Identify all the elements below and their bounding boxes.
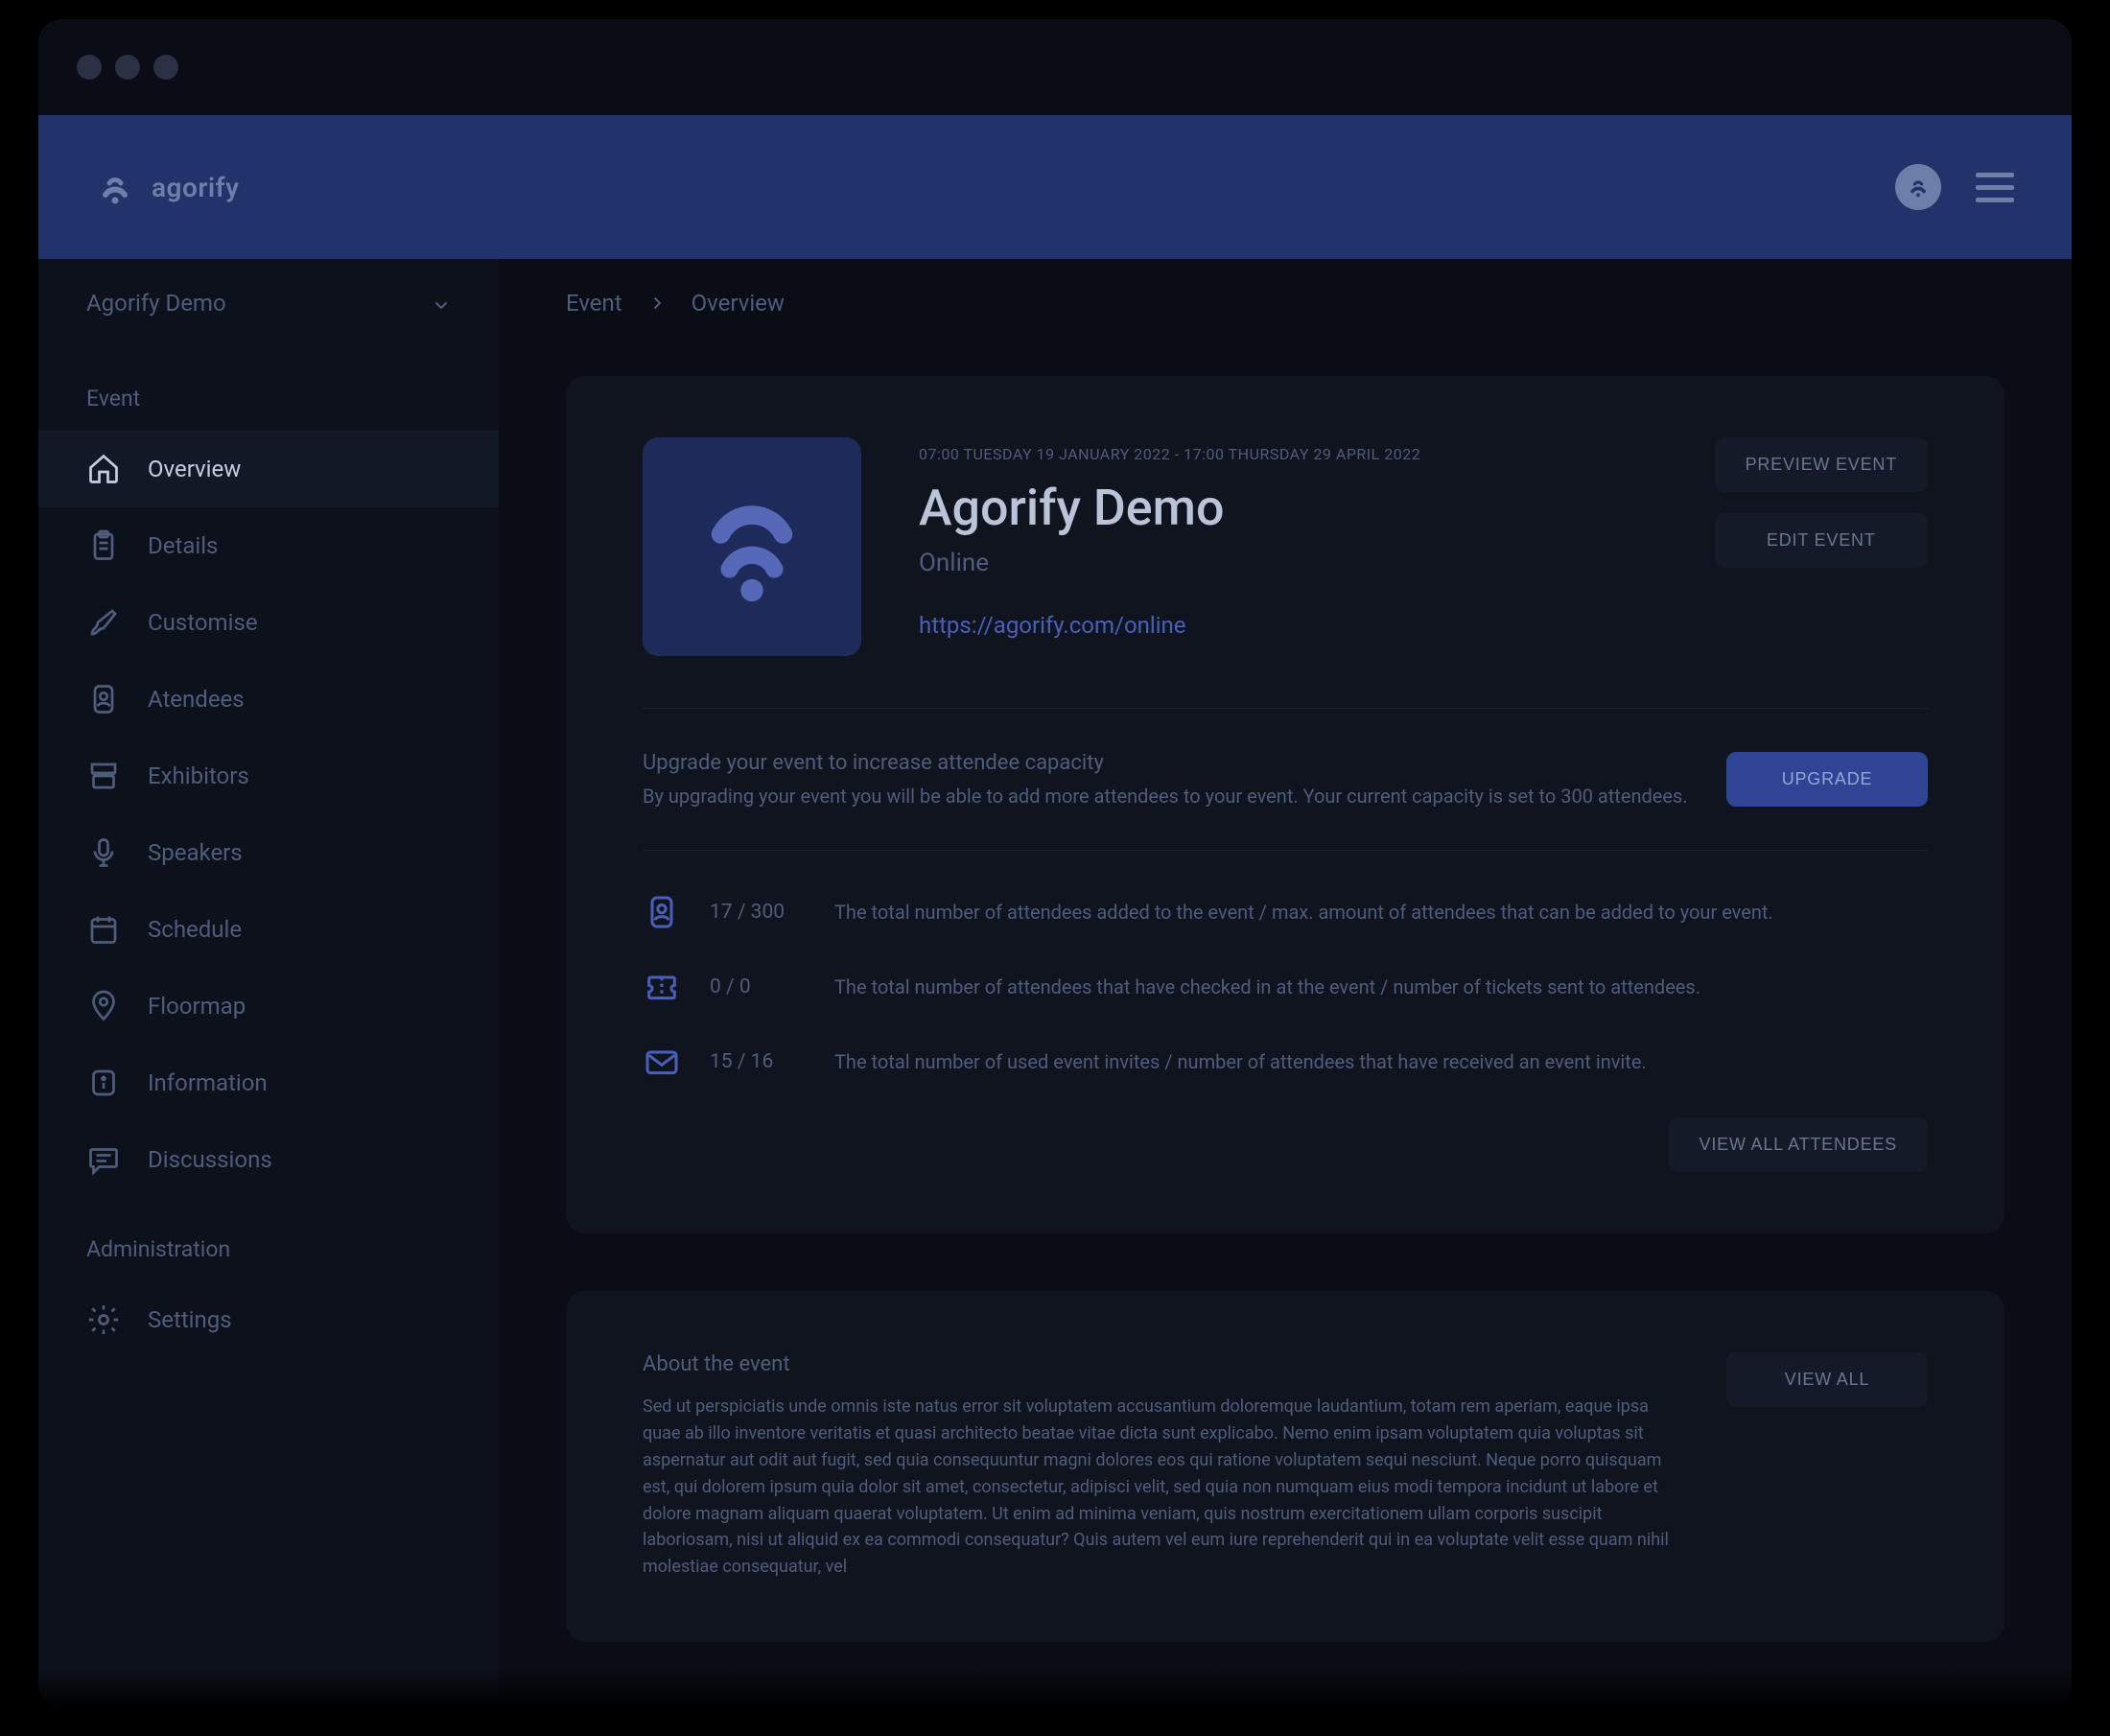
about-event-card: About the event Sed ut perspiciatis unde… <box>566 1291 2004 1642</box>
window-titlebar <box>38 19 2072 115</box>
sidebar-item-information[interactable]: Information <box>38 1044 499 1121</box>
stat-invites: 15 / 16 The total number of used event i… <box>643 1043 1928 1081</box>
about-title: About the event <box>643 1352 1669 1376</box>
sidebar-item-label: Details <box>148 532 218 559</box>
sidebar-item-schedule[interactable]: Schedule <box>38 891 499 968</box>
event-overview-card: 07:00 TUESDAY 19 JANUARY 2022 - 17:00 TH… <box>566 376 2004 1233</box>
clipboard-icon <box>86 528 121 563</box>
event-logo <box>643 437 861 656</box>
event-title: Agorify Demo <box>919 479 1657 537</box>
preview-event-button[interactable]: PREVIEW EVENT <box>1715 437 1928 492</box>
upgrade-button[interactable]: UPGRADE <box>1726 752 1928 807</box>
user-avatar[interactable] <box>1895 164 1941 210</box>
sidebar-context-label: Agorify Demo <box>86 290 226 317</box>
breadcrumb-current: Overview <box>692 290 785 317</box>
chevron-down-icon <box>432 293 451 313</box>
event-url[interactable]: https://agorify.com/online <box>919 612 1657 639</box>
sidebar-item-speakers[interactable]: Speakers <box>38 814 499 891</box>
brush-icon <box>86 605 121 640</box>
top-bar: agorify <box>38 115 2072 259</box>
view-all-attendees-button[interactable]: VIEW ALL ATTENDEES <box>1669 1117 1928 1172</box>
upgrade-description: By upgrading your event you will be able… <box>643 785 1688 808</box>
badge-icon <box>86 682 121 716</box>
sidebar-item-discussions[interactable]: Discussions <box>38 1121 499 1198</box>
sidebar: Agorify Demo Event Overview Details <box>38 259 499 1707</box>
stat-description: The total number of attendees that have … <box>834 975 1700 998</box>
stat-description: The total number of used event invites /… <box>834 1050 1647 1073</box>
sidebar-item-label: Information <box>148 1069 268 1096</box>
sidebar-item-label: Customise <box>148 609 258 636</box>
sidebar-item-label: Atendees <box>148 686 245 713</box>
traffic-light-maximize[interactable] <box>153 55 178 80</box>
sidebar-item-label: Speakers <box>148 839 243 866</box>
stat-attendees: 17 / 300 The total number of attendees a… <box>643 893 1928 931</box>
chevron-right-icon <box>649 290 665 317</box>
event-dates: 07:00 TUESDAY 19 JANUARY 2022 - 17:00 TH… <box>919 445 1657 463</box>
sidebar-item-label: Settings <box>148 1306 232 1333</box>
attendee-badge-icon <box>643 893 681 931</box>
gear-icon <box>86 1302 121 1337</box>
calendar-icon <box>86 912 121 947</box>
stat-value: 15 / 16 <box>710 1050 806 1073</box>
sidebar-item-label: Exhibitors <box>148 762 249 789</box>
view-all-about-button[interactable]: VIEW ALL <box>1726 1352 1928 1407</box>
sidebar-item-label: Overview <box>148 456 241 482</box>
microphone-icon <box>86 835 121 870</box>
sidebar-item-settings[interactable]: Settings <box>38 1281 499 1358</box>
sidebar-item-exhibitors[interactable]: Exhibitors <box>38 738 499 814</box>
brand-icon <box>96 168 134 206</box>
breadcrumb-root[interactable]: Event <box>566 290 622 317</box>
main-content: Event Overview <box>499 259 2072 1707</box>
home-icon <box>86 452 121 486</box>
sidebar-item-label: Schedule <box>148 916 242 943</box>
ticket-icon <box>643 968 681 1006</box>
upgrade-title: Upgrade your event to increase attendee … <box>643 751 1688 775</box>
about-body: Sed ut perspiciatis unde omnis iste natu… <box>643 1394 1669 1581</box>
sidebar-item-details[interactable]: Details <box>38 507 499 584</box>
stat-description: The total number of attendees added to t… <box>834 901 1773 924</box>
traffic-light-close[interactable] <box>77 55 102 80</box>
sidebar-item-label: Discussions <box>148 1146 272 1173</box>
sidebar-item-customise[interactable]: Customise <box>38 584 499 661</box>
sidebar-item-label: Floormap <box>148 993 246 1020</box>
sidebar-section-event: Event <box>38 347 499 431</box>
event-format: Online <box>919 549 1657 577</box>
traffic-light-minimize[interactable] <box>115 55 140 80</box>
store-icon <box>86 759 121 793</box>
stat-value: 0 / 0 <box>710 975 806 998</box>
stat-value: 17 / 300 <box>710 901 806 924</box>
sidebar-context-switcher[interactable]: Agorify Demo <box>38 259 499 347</box>
info-icon <box>86 1066 121 1100</box>
menu-icon[interactable] <box>1976 173 2014 202</box>
sidebar-section-administration: Administration <box>38 1198 499 1281</box>
edit-event-button[interactable]: EDIT EVENT <box>1715 513 1928 568</box>
sidebar-item-attendees[interactable]: Atendees <box>38 661 499 738</box>
brand-name: agorify <box>152 172 240 203</box>
envelope-icon <box>643 1043 681 1081</box>
pin-icon <box>86 989 121 1023</box>
brand-logo[interactable]: agorify <box>96 168 240 206</box>
chat-icon <box>86 1142 121 1177</box>
sidebar-item-floormap[interactable]: Floormap <box>38 968 499 1044</box>
stat-checkins: 0 / 0 The total number of attendees that… <box>643 968 1928 1006</box>
breadcrumb: Event Overview <box>499 259 2072 347</box>
sidebar-item-overview[interactable]: Overview <box>38 431 499 507</box>
